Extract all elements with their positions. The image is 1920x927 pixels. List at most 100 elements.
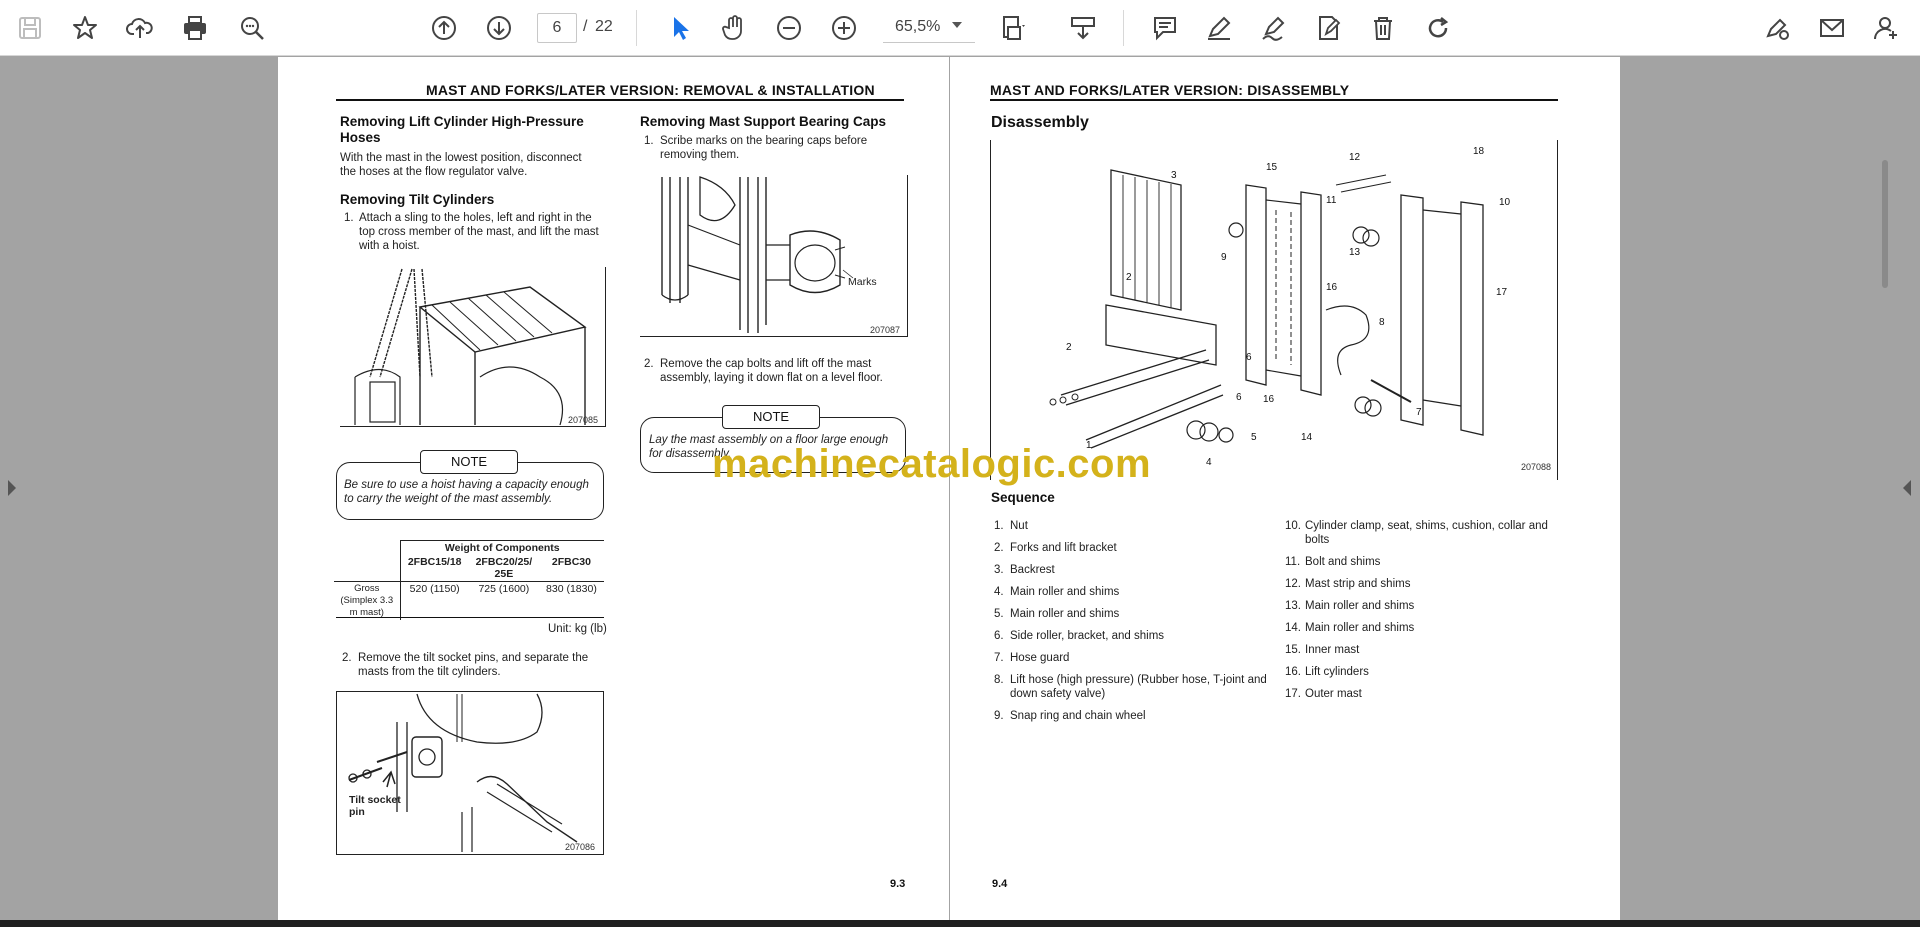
- header-rule: [990, 99, 1558, 101]
- callout-label: 13: [1349, 247, 1361, 258]
- zoom-out-icon[interactable]: [769, 8, 809, 48]
- select-cursor-icon[interactable]: [660, 8, 700, 48]
- page-separator: /: [583, 18, 588, 35]
- step-number: 1.: [644, 135, 654, 147]
- sequence-number: 9.: [994, 710, 1004, 722]
- callout-label: 14: [1301, 432, 1313, 443]
- weight-table: Weight of Components 2FBC15/18 2FBC20/25…: [334, 540, 604, 620]
- figure-tilt-socket: Tilt socket pin 207086: [336, 691, 604, 855]
- sequence-number: 2.: [994, 542, 1004, 554]
- sequence-item: Main roller and shims: [1010, 608, 1120, 620]
- previous-page-icon[interactable]: [424, 8, 464, 48]
- sequence-number: 3.: [994, 564, 1004, 576]
- callout-label: 2: [1066, 342, 1072, 353]
- table-header: 2FBC30: [551, 556, 591, 568]
- callout-label: 9: [1221, 252, 1227, 263]
- toolbar-divider: [1123, 10, 1124, 46]
- email-icon[interactable]: [1812, 8, 1852, 48]
- draw-signature-icon[interactable]: [1254, 8, 1294, 48]
- table-cell: 830 (1830): [538, 581, 604, 620]
- hand-pan-icon[interactable]: [714, 8, 754, 48]
- vertical-scrollbar[interactable]: [1882, 160, 1888, 288]
- save-icon[interactable]: [10, 8, 50, 48]
- zoom-in-icon[interactable]: [824, 8, 864, 48]
- step-number: 2.: [644, 358, 654, 370]
- sequence-number: 10.: [1285, 520, 1301, 532]
- sequence-number: 8.: [994, 674, 1004, 686]
- sequence-number: 1.: [994, 520, 1004, 532]
- delete-trash-icon[interactable]: [1363, 8, 1403, 48]
- chevron-down-icon[interactable]: [952, 22, 962, 28]
- table-cell: 520 (1150): [399, 581, 469, 620]
- step-text: Scribe marks on the bearing caps before …: [660, 135, 868, 161]
- figure-label: Marks: [848, 276, 877, 288]
- sequence-item: Main roller and shims: [1305, 622, 1415, 634]
- step-number: 1.: [344, 212, 354, 224]
- callout-label: 11: [1326, 195, 1337, 206]
- heading-bearing-caps: Removing Mast Support Bearing Caps: [640, 114, 887, 129]
- share-link-icon[interactable]: [1757, 8, 1797, 48]
- scroll-mode-icon[interactable]: [1063, 8, 1103, 48]
- step-number: 2.: [342, 652, 352, 664]
- sequence-number: 15.: [1285, 644, 1301, 656]
- step-text: Attach a sling to the holes, left and ri…: [359, 212, 599, 252]
- figure-code: 207087: [870, 325, 901, 335]
- add-user-icon[interactable]: [1866, 8, 1906, 48]
- sequence-number: 14.: [1285, 622, 1301, 634]
- table-title: Weight of Components: [399, 540, 604, 555]
- highlight-pen-icon[interactable]: [1199, 8, 1239, 48]
- collapse-right-panel-icon[interactable]: [1903, 480, 1911, 496]
- page-number: 9.3: [890, 878, 906, 890]
- figure-code: 207085: [568, 415, 599, 425]
- callout-label: 12: [1349, 152, 1361, 163]
- sequence-item: Main roller and shims: [1010, 586, 1120, 598]
- sequence-item: Bolt and shims: [1305, 556, 1381, 568]
- sequence-item: Inner mast: [1305, 644, 1360, 656]
- page-fit-icon[interactable]: [994, 8, 1034, 48]
- table-header: 2FBC15/18: [399, 555, 469, 582]
- comment-icon[interactable]: [1145, 8, 1185, 48]
- table-bottom-rule: [336, 617, 604, 618]
- callout-label: 6: [1236, 392, 1242, 403]
- sequence-item: Outer mast: [1305, 688, 1362, 700]
- pdf-toolbar: 6 / 22 65,5%: [0, 0, 1920, 56]
- sequence-number: 5.: [994, 608, 1004, 620]
- collapse-left-panel-icon[interactable]: [8, 480, 16, 496]
- note-text: Be sure to use a hoist having a capacity…: [344, 479, 589, 505]
- callout-label: 8: [1379, 317, 1385, 328]
- step-text: Remove the cap bolts and lift off the ma…: [660, 358, 883, 384]
- figure-label: Tilt socket pin: [349, 794, 401, 818]
- heading-hoses: Removing Lift Cylinder High-Pressure Hos…: [340, 114, 584, 145]
- pdf-page-right: MAST AND FORKS/LATER VERSION: DISASSEMBL…: [950, 57, 1620, 920]
- edit-document-icon[interactable]: [1309, 8, 1349, 48]
- page-number-input[interactable]: 6: [537, 13, 577, 43]
- callout-label: 4: [1206, 457, 1212, 468]
- watermark-text: machinecatalogic.com: [712, 442, 1152, 486]
- sequence-item: Snap ring and chain wheel: [1010, 710, 1146, 722]
- sequence-item: Forks and lift bracket: [1010, 542, 1117, 554]
- note-label: NOTE: [722, 405, 820, 429]
- print-icon[interactable]: [175, 8, 215, 48]
- callout-label: 5: [1251, 432, 1257, 443]
- sequence-item: Mast strip and shims: [1305, 578, 1411, 590]
- callout-label: 7: [1416, 407, 1422, 418]
- callout-label: 16: [1326, 282, 1338, 293]
- sequence-item: Cylinder clamp, seat, shims, cushion, co…: [1305, 520, 1548, 546]
- bookmark-star-icon[interactable]: [65, 8, 105, 48]
- cloud-upload-icon[interactable]: [120, 8, 160, 48]
- sequence-item: Hose guard: [1010, 652, 1070, 664]
- note-label: NOTE: [420, 450, 518, 474]
- sequence-number: 16.: [1285, 666, 1301, 678]
- next-page-icon[interactable]: [479, 8, 519, 48]
- page-number: 9.4: [992, 878, 1008, 890]
- heading-sequence: Sequence: [991, 490, 1055, 505]
- zoom-search-icon[interactable]: [232, 8, 272, 48]
- rotate-icon[interactable]: [1418, 8, 1458, 48]
- callout-label: 6: [1246, 352, 1252, 363]
- callout-label: 18: [1473, 146, 1485, 157]
- zoom-level-select[interactable]: 65,5%: [883, 13, 975, 43]
- step-text: Remove the tilt socket pins, and separat…: [358, 652, 589, 678]
- sequence-item: Nut: [1010, 520, 1028, 532]
- callout-label: 17: [1496, 287, 1508, 298]
- heading-disassembly: Disassembly: [991, 114, 1089, 131]
